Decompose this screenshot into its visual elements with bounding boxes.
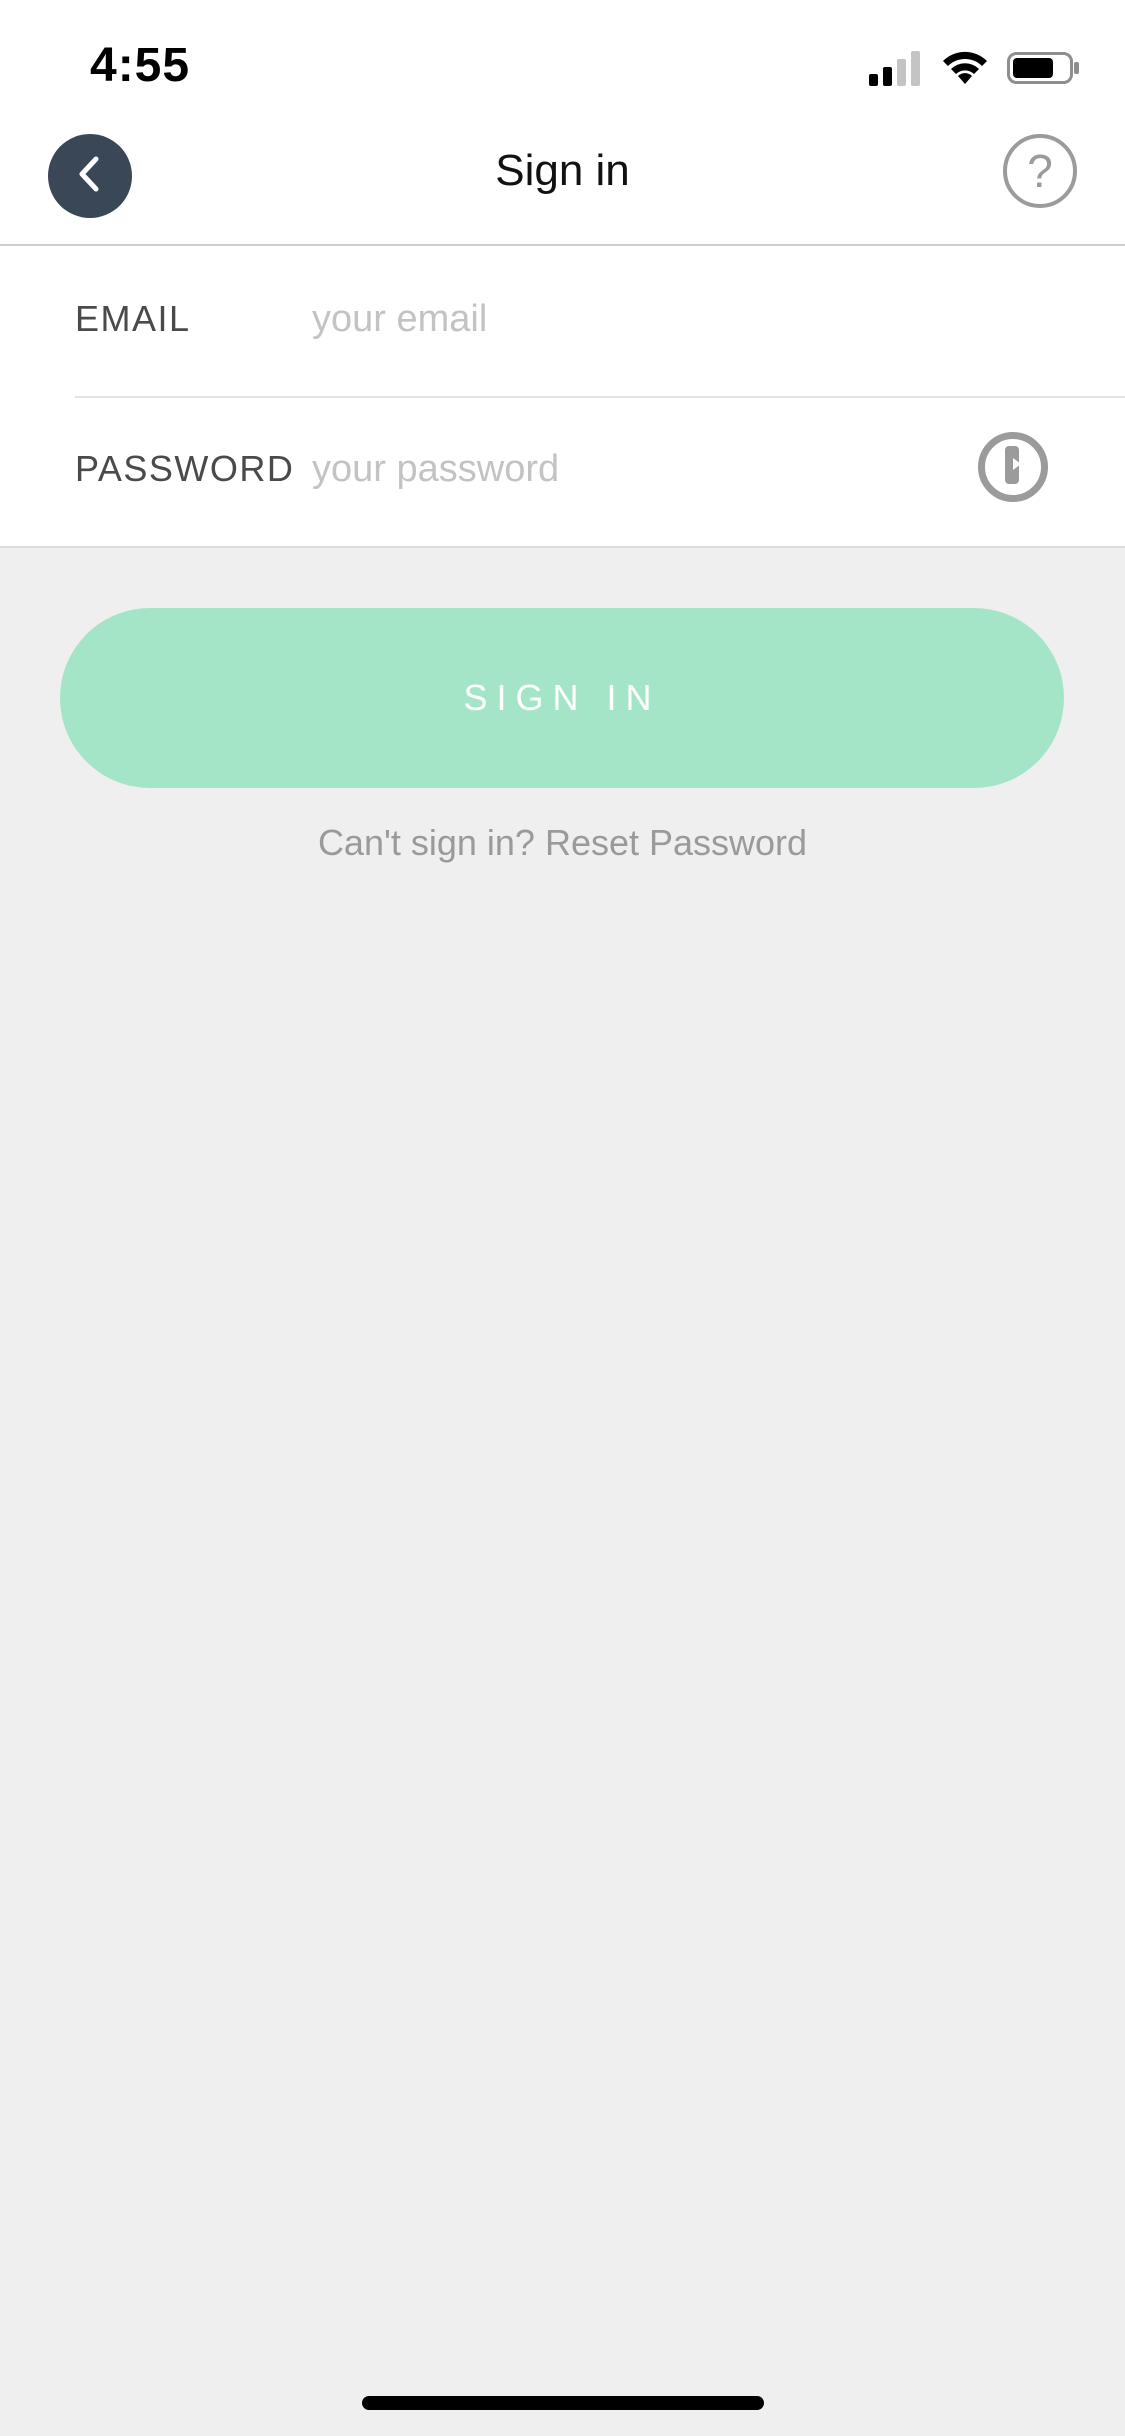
password-manager-button[interactable] [978, 432, 1048, 502]
page-title: Sign in [495, 146, 630, 195]
wifi-icon [941, 50, 989, 91]
battery-icon [1007, 50, 1081, 91]
cellular-signal-icon [869, 50, 923, 91]
nav-bar: Sign in ? [0, 132, 1125, 246]
sign-in-screen: 4:55 Sign in ? EMAIL your email PASSWORD… [0, 0, 1125, 2436]
status-bar: 4:55 [0, 0, 1125, 132]
email-label: EMAIL [75, 298, 191, 339]
onepassword-key-icon [1001, 444, 1025, 491]
help-button[interactable]: ? [1003, 134, 1077, 208]
home-indicator [362, 2396, 764, 2410]
status-time: 4:55 [90, 39, 191, 92]
reset-password-link[interactable]: Can't sign in? Reset Password [0, 822, 1125, 864]
password-row: PASSWORD [0, 396, 1125, 546]
password-label: PASSWORD [75, 448, 295, 489]
status-icons [869, 50, 1081, 90]
email-field[interactable] [312, 286, 952, 352]
password-field[interactable] [312, 436, 952, 502]
sign-in-form: EMAIL PASSWORD [0, 246, 1125, 548]
sign-in-button[interactable]: SIGN IN [60, 608, 1064, 788]
question-mark-icon: ? [1027, 145, 1053, 197]
email-row: EMAIL [0, 246, 1125, 398]
